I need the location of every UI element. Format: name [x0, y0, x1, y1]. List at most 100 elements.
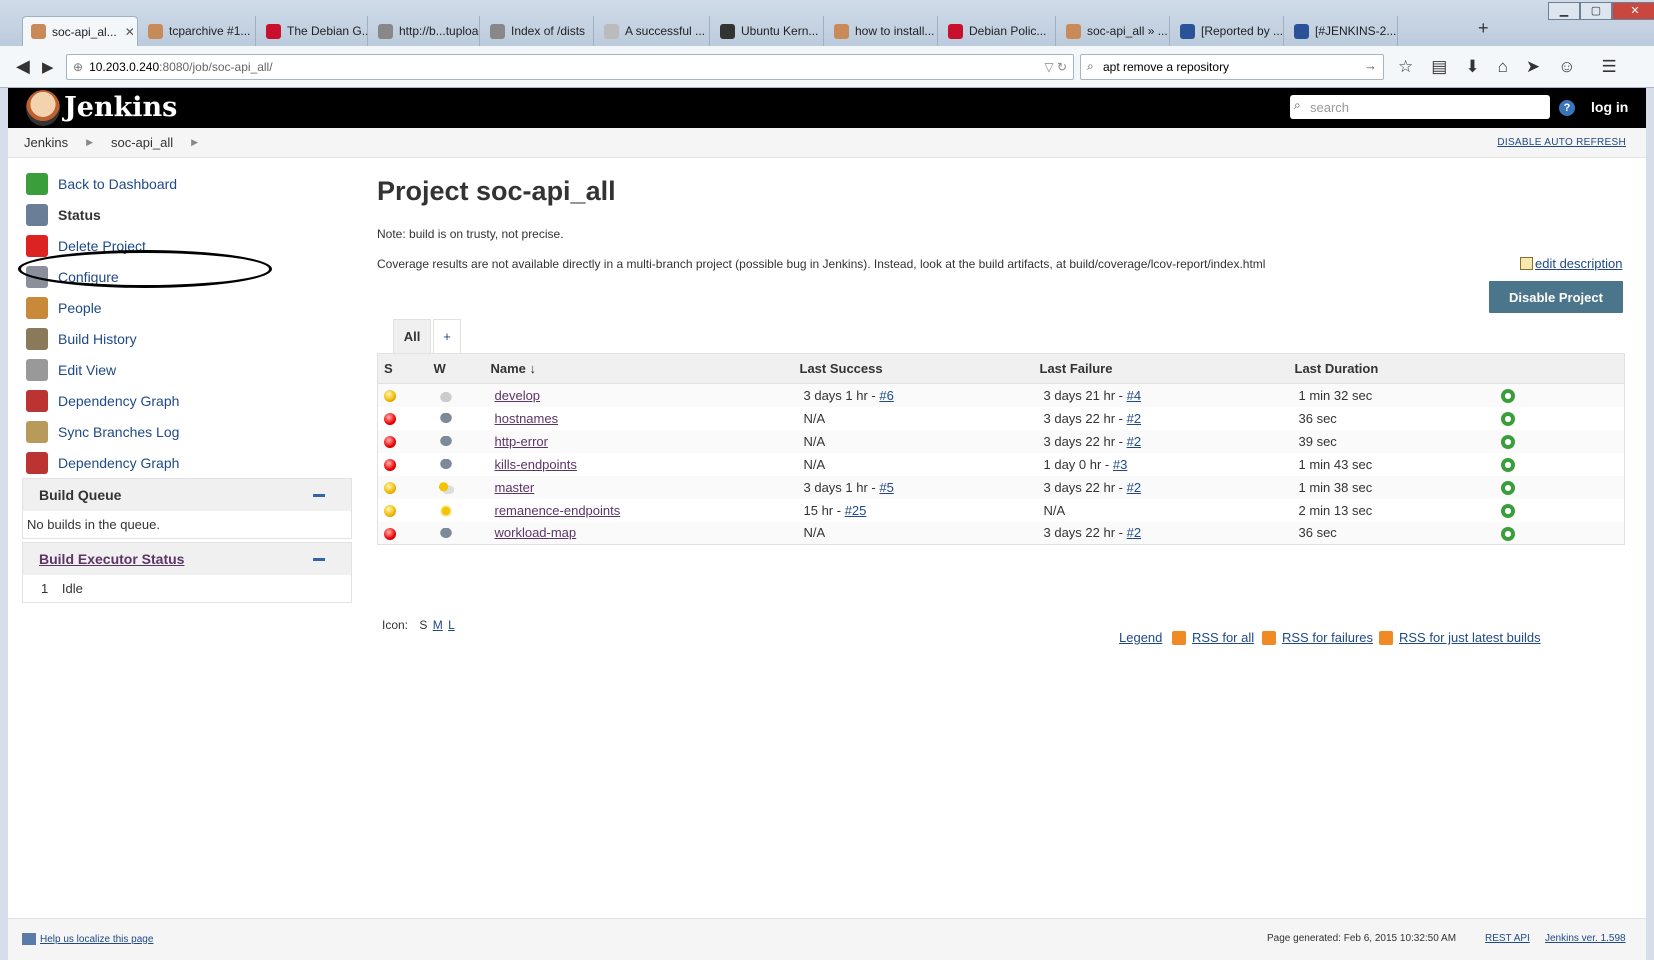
- build-link[interactable]: #25: [845, 503, 867, 518]
- jenkins-search-input[interactable]: ⌕ search: [1290, 95, 1550, 119]
- schedule-build-icon[interactable]: [1500, 411, 1515, 426]
- home-icon[interactable]: ⌂: [1498, 57, 1508, 77]
- maximize-button[interactable]: ▢: [1580, 2, 1612, 20]
- col-weather[interactable]: W: [433, 353, 491, 384]
- sidebar-item-label[interactable]: Dependency Graph: [58, 455, 179, 471]
- jenkins-version-link[interactable]: Jenkins ver. 1.598: [1545, 933, 1626, 944]
- sidebar-item-label[interactable]: Status: [58, 207, 101, 223]
- browser-tab[interactable]: A successful ...: [596, 16, 710, 46]
- schedule-build-icon[interactable]: [1500, 480, 1515, 495]
- build-link[interactable]: #6: [879, 388, 893, 403]
- add-view-tab[interactable]: +: [433, 319, 461, 353]
- col-name[interactable]: Name ↓: [490, 353, 800, 384]
- minimize-button[interactable]: ▁: [1548, 2, 1580, 20]
- legend-link[interactable]: Legend: [1119, 630, 1162, 645]
- col-last-duration[interactable]: Last Duration: [1294, 353, 1500, 384]
- chevron-right-icon[interactable]: ▶: [191, 137, 198, 148]
- new-tab-button[interactable]: +: [1478, 18, 1489, 39]
- edit-description-label[interactable]: edit description: [1535, 256, 1622, 271]
- executor-status-title[interactable]: Build Executor Status: [23, 543, 351, 575]
- schedule-build-icon[interactable]: [1500, 457, 1515, 472]
- build-link[interactable]: #2: [1127, 525, 1141, 540]
- schedule-build-icon[interactable]: [1500, 389, 1515, 404]
- collapse-icon[interactable]: [313, 558, 325, 561]
- sidebar-item-label[interactable]: Build History: [58, 331, 137, 347]
- jenkins-title[interactable]: Jenkins: [64, 92, 177, 123]
- tab-all[interactable]: All: [393, 319, 431, 353]
- browser-tab[interactable]: [Reported by ...: [1172, 16, 1284, 46]
- build-link[interactable]: #3: [1113, 457, 1127, 472]
- job-link[interactable]: master: [495, 480, 535, 495]
- browser-tab[interactable]: http://b...tuploads: [370, 16, 480, 46]
- breadcrumb-project[interactable]: soc-api_all: [111, 135, 173, 150]
- col-last-success[interactable]: Last Success: [799, 353, 1040, 384]
- sidebar-item[interactable]: People: [22, 292, 352, 323]
- rss-latest-link[interactable]: RSS for just latest builds: [1379, 630, 1541, 645]
- col-status[interactable]: S: [377, 353, 434, 384]
- browser-tab[interactable]: Index of /dists: [482, 16, 594, 46]
- download-icon[interactable]: ⬇: [1465, 57, 1479, 77]
- localize-link[interactable]: Help us localize this page: [22, 933, 153, 945]
- sidebar-item-label[interactable]: Dependency Graph: [58, 393, 179, 409]
- icon-size-m[interactable]: M: [433, 618, 443, 632]
- job-link[interactable]: kills-endpoints: [495, 457, 577, 472]
- browser-tab[interactable]: Ubuntu Kern...: [712, 16, 824, 46]
- browser-tab[interactable]: tcparchive #1...: [140, 16, 256, 46]
- browser-tab[interactable]: how to install...: [826, 16, 938, 46]
- sidebar-item-label[interactable]: Sync Branches Log: [58, 424, 179, 440]
- build-link[interactable]: #2: [1127, 434, 1141, 449]
- sidebar-item[interactable]: Build History: [22, 323, 352, 354]
- login-link[interactable]: log in: [1591, 99, 1628, 115]
- sidebar-item[interactable]: Sync Branches Log: [22, 416, 352, 447]
- browser-tab[interactable]: soc-api_al... ✕: [22, 16, 138, 46]
- close-tab-icon[interactable]: ✕: [125, 25, 135, 39]
- schedule-build-icon[interactable]: [1500, 434, 1515, 449]
- job-link[interactable]: develop: [495, 388, 541, 403]
- menu-icon[interactable]: ☰: [1601, 57, 1616, 77]
- sidebar-item[interactable]: Dependency Graph: [22, 385, 352, 416]
- sidebar-item-label[interactable]: Edit View: [58, 362, 116, 378]
- sidebar-item-label[interactable]: Back to Dashboard: [58, 176, 177, 192]
- executor-status-label[interactable]: Build Executor Status: [39, 551, 184, 567]
- help-icon[interactable]: ?: [1559, 100, 1575, 116]
- edit-description-link[interactable]: edit description: [1520, 256, 1622, 271]
- job-link[interactable]: http-error: [495, 434, 548, 449]
- job-link[interactable]: remanence-endpoints: [495, 503, 621, 518]
- reload-icon[interactable]: ▽ ↻: [1044, 60, 1067, 74]
- sidebar-item[interactable]: Status: [22, 199, 352, 230]
- breadcrumb-jenkins[interactable]: Jenkins: [24, 135, 68, 150]
- collapse-icon[interactable]: [313, 494, 325, 497]
- bookmark-star-icon[interactable]: ☆: [1398, 57, 1413, 77]
- browser-tab[interactable]: soc-api_all » ...: [1058, 16, 1170, 46]
- col-last-failure[interactable]: Last Failure: [1039, 353, 1295, 384]
- build-link[interactable]: #2: [1127, 480, 1141, 495]
- build-link[interactable]: #5: [879, 480, 893, 495]
- sidebar-item[interactable]: Edit View: [22, 354, 352, 385]
- job-link[interactable]: hostnames: [495, 411, 559, 426]
- disable-project-button[interactable]: Disable Project: [1489, 281, 1623, 313]
- browser-tab[interactable]: [#JENKINS-2...: [1286, 16, 1398, 46]
- browser-tab[interactable]: The Debian G...: [258, 16, 368, 46]
- close-window-button[interactable]: ✕: [1612, 2, 1654, 20]
- rest-api-link[interactable]: REST API: [1485, 933, 1530, 944]
- schedule-build-icon[interactable]: [1500, 526, 1515, 541]
- build-link[interactable]: #4: [1127, 388, 1141, 403]
- back-icon[interactable]: ◀: [16, 56, 30, 77]
- localize-label[interactable]: Help us localize this page: [40, 934, 153, 945]
- schedule-build-icon[interactable]: [1500, 503, 1515, 518]
- icon-size-l[interactable]: L: [448, 618, 455, 632]
- sidebar-item[interactable]: Dependency Graph: [22, 447, 352, 478]
- rss-all-label[interactable]: RSS for all: [1192, 630, 1254, 645]
- job-link[interactable]: workload-map: [495, 525, 577, 540]
- col-name-label[interactable]: Name: [491, 361, 526, 376]
- rss-failures-label[interactable]: RSS for failures: [1282, 630, 1373, 645]
- rss-all-link[interactable]: RSS for all: [1172, 630, 1254, 645]
- send-icon[interactable]: ➤: [1526, 57, 1540, 77]
- sidebar-item[interactable]: Back to Dashboard: [22, 168, 352, 199]
- build-link[interactable]: #2: [1127, 411, 1141, 426]
- browser-search-input[interactable]: ⌕ apt remove a repository →: [1080, 54, 1384, 80]
- rss-latest-label[interactable]: RSS for just latest builds: [1399, 630, 1541, 645]
- sidebar-item-label[interactable]: People: [58, 300, 102, 316]
- reading-list-icon[interactable]: ▤: [1431, 57, 1447, 77]
- url-bar[interactable]: ⊕ 10.203.0.240:8080/job/soc-api_all/ ▽ ↻: [66, 54, 1074, 80]
